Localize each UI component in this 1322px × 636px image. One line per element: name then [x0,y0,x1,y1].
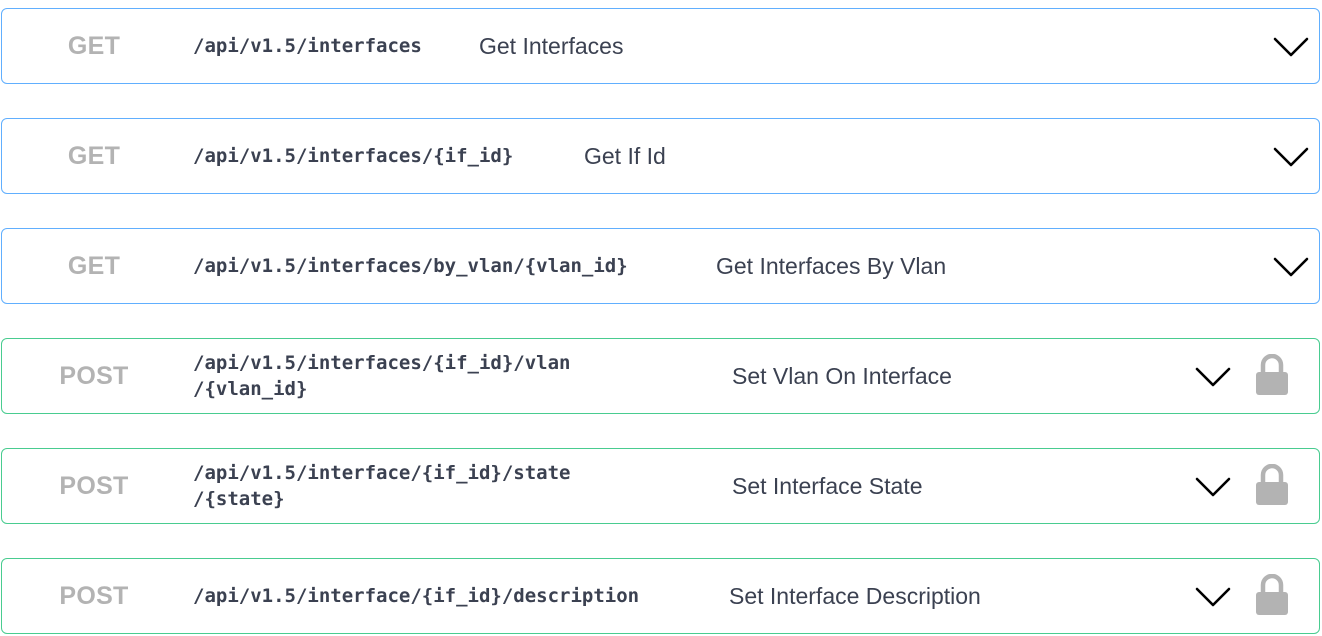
operation-set-interface-description[interactable]: POST /api/v1.5/interface/{if_id}/descrip… [1,558,1320,634]
operation-path: /api/v1.5/interfaces/by_vlan/{vlan_id} [193,229,628,303]
operation-summary: Get If Id [584,142,666,169]
operation-set-vlan-on-interface[interactable]: POST /api/v1.5/interfaces/{if_id}/vlan /… [1,338,1320,414]
lock-icon[interactable] [1255,464,1289,506]
operation-get-interfaces-by-vlan[interactable]: GET /api/v1.5/interfaces/by_vlan/{vlan_i… [1,228,1320,304]
path-text-line2: /{state} [193,488,285,510]
path-text: /api/v1.5/interface/{if_id}/description [193,585,640,607]
chevron-down-icon[interactable] [1273,255,1309,279]
operation-summary: Set Interface Description [729,582,981,609]
chevron-down-icon[interactable] [1273,145,1309,169]
method-badge: GET [67,251,121,280]
chevron-down-icon[interactable] [1195,365,1231,389]
path-text: /api/v1.5/interfaces [193,35,422,57]
method-badge: GET [67,141,121,170]
operation-summary: Set Vlan On Interface [732,362,952,389]
method-badge: GET [67,31,121,60]
method-badge: POST [59,581,129,610]
path-text: /api/v1.5/interfaces/{if_id} [193,145,514,167]
path-text-line1: /api/v1.5/interfaces/{if_id}/vlan [193,352,571,374]
operation-summary: Set Interface State [732,472,923,499]
operation-set-interface-state[interactable]: POST /api/v1.5/interface/{if_id}/state /… [1,448,1320,524]
operation-path: /api/v1.5/interfaces/{if_id} [193,119,513,193]
method-badge: POST [59,471,129,500]
path-text-line1: /api/v1.5/interface/{if_id}/state [193,462,571,484]
operation-summary: Get Interfaces By Vlan [716,252,947,279]
operation-summary: Get Interfaces [479,32,624,59]
chevron-down-icon[interactable] [1273,35,1309,59]
operation-path: /api/v1.5/interface/{if_id}/state /{stat… [193,449,571,523]
method-badge: POST [59,361,129,390]
chevron-down-icon[interactable] [1195,585,1231,609]
operation-get-if-id[interactable]: GET /api/v1.5/interfaces/{if_id} Get If … [1,118,1320,194]
lock-icon[interactable] [1255,354,1289,396]
path-text: /api/v1.5/interfaces/by_vlan/{vlan_id} [193,255,628,277]
lock-icon[interactable] [1255,574,1289,616]
operation-path: /api/v1.5/interface/{if_id}/description [193,559,639,633]
operation-path: /api/v1.5/interfaces [193,9,422,83]
chevron-down-icon[interactable] [1195,475,1231,499]
path-text-line2: /{vlan_id} [193,378,308,400]
operation-path: /api/v1.5/interfaces/{if_id}/vlan /{vlan… [193,339,571,413]
operation-get-interfaces[interactable]: GET /api/v1.5/interfaces Get Interfaces [1,8,1320,84]
